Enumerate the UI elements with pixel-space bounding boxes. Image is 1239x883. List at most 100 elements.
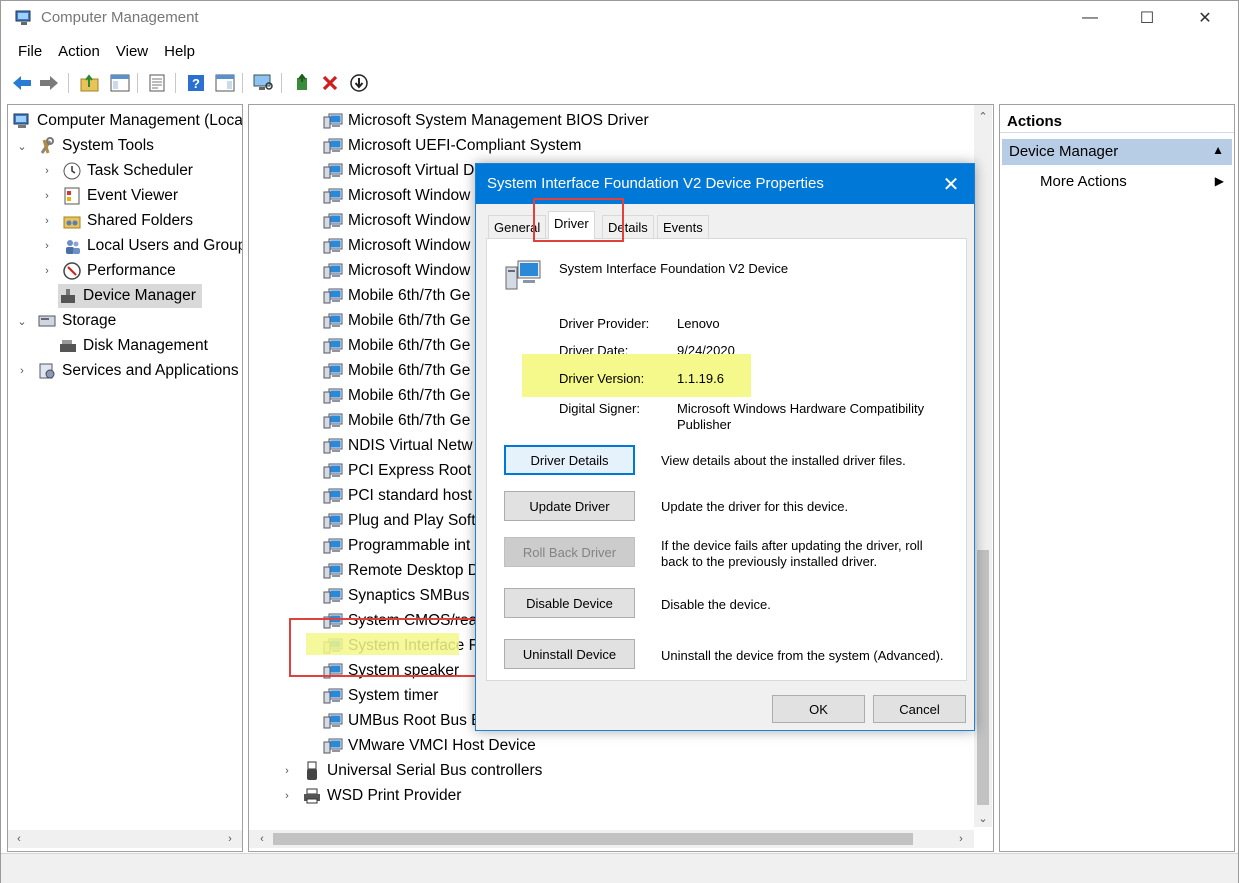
tree-item-device-manager[interactable]: Device Manager <box>58 284 202 308</box>
scan-hardware-button[interactable] <box>252 72 274 94</box>
collapse-chevron-icon[interactable]: ⌄ <box>16 140 28 153</box>
expand-chevron-icon[interactable]: › <box>16 365 28 377</box>
collapse-triangle-icon[interactable]: ▲ <box>1212 143 1224 157</box>
device-item[interactable]: Microsoft Window <box>323 259 470 283</box>
export-list-button[interactable] <box>146 72 168 94</box>
tree-item-computer-management[interactable]: Computer Management (Local) <box>12 109 242 133</box>
device-item[interactable]: Mobile 6th/7th Ge <box>323 384 470 408</box>
disable-device-button[interactable]: Disable Device <box>504 588 635 618</box>
driver-details-button[interactable]: Driver Details <box>504 445 635 475</box>
device-item[interactable]: UMBus Root Bus E <box>323 709 482 733</box>
menu-action[interactable]: Action <box>50 41 108 65</box>
tree-item-task-scheduler[interactable]: › Task Scheduler <box>41 159 193 183</box>
vertical-scroll-thumb[interactable] <box>977 550 989 805</box>
expand-chevron-icon[interactable]: › <box>41 215 53 227</box>
close-button[interactable]: ✕ <box>1177 1 1233 35</box>
category-usb-controllers[interactable]: › Universal Serial Bus controllers <box>281 759 542 783</box>
driver-provider-label: Driver Provider: <box>559 316 650 331</box>
system-device-icon <box>323 587 343 605</box>
scroll-right-arrow-icon[interactable]: › <box>221 830 239 848</box>
back-button[interactable] <box>11 72 33 94</box>
storage-icon <box>37 312 57 330</box>
enable-device-button[interactable] <box>348 72 370 94</box>
device-item[interactable]: VMware VMCI Host Device <box>323 734 536 758</box>
uninstall-device-button[interactable]: Uninstall Device <box>504 639 635 669</box>
device-item[interactable]: Microsoft System Management BIOS Driver <box>323 109 649 133</box>
tree-label: Disk Management <box>83 337 208 354</box>
category-wsd-print-provider[interactable]: › WSD Print Provider <box>281 784 461 808</box>
device-label: NDIS Virtual Netw <box>348 437 473 454</box>
left-horizontal-scrollbar[interactable]: ‹ › <box>8 830 242 848</box>
expand-chevron-icon[interactable]: › <box>41 190 53 202</box>
device-item[interactable]: Mobile 6th/7th Ge <box>323 409 470 433</box>
menu-file[interactable]: File <box>1 41 50 65</box>
scroll-down-arrow-icon[interactable]: ⌄ <box>974 809 992 827</box>
scroll-left-arrow-icon[interactable]: ‹ <box>253 830 271 848</box>
tree-item-local-users[interactable]: › Local Users and Groups <box>41 234 242 258</box>
expand-chevron-icon[interactable]: › <box>41 265 53 277</box>
expand-chevron-icon[interactable]: › <box>41 165 53 177</box>
help-button[interactable]: ? <box>185 72 207 94</box>
tree-item-services-applications[interactable]: › Services and Applications <box>16 359 238 383</box>
device-item[interactable]: Mobile 6th/7th Ge <box>323 309 470 333</box>
horizontal-scroll-thumb[interactable] <box>273 833 913 845</box>
ok-button[interactable]: OK <box>772 695 865 723</box>
forward-button[interactable] <box>38 72 60 94</box>
expand-chevron-icon[interactable]: › <box>281 765 293 777</box>
device-item[interactable]: Microsoft Window <box>323 209 470 233</box>
expand-chevron-icon[interactable]: › <box>41 240 53 252</box>
device-item[interactable]: NDIS Virtual Netw <box>323 434 473 458</box>
dialog-close-button[interactable]: ✕ <box>928 164 974 204</box>
tree-item-storage[interactable]: ⌄ Storage <box>16 309 116 333</box>
device-item[interactable]: Microsoft Window <box>323 234 470 258</box>
device-vertical-scrollbar[interactable]: ⌃ ⌄ <box>974 105 992 827</box>
device-item[interactable]: Plug and Play Soft <box>323 509 476 533</box>
device-item[interactable]: Mobile 6th/7th Ge <box>323 359 470 383</box>
tree-item-performance[interactable]: › Performance <box>41 259 176 283</box>
device-item[interactable]: PCI Express Root C <box>323 459 487 483</box>
device-item[interactable]: System timer <box>323 684 438 708</box>
driver-version-value: 1.1.19.6 <box>677 371 724 386</box>
menu-help[interactable]: Help <box>156 41 203 65</box>
collapse-chevron-icon[interactable]: ⌄ <box>16 315 28 328</box>
device-item[interactable]: Remote Desktop D <box>323 559 479 583</box>
maximize-button[interactable]: ☐ <box>1119 1 1175 35</box>
minimize-button[interactable]: — <box>1062 1 1118 35</box>
roll-back-driver-button[interactable]: Roll Back Driver <box>504 537 635 567</box>
tree-item-event-viewer[interactable]: › Event Viewer <box>41 184 178 208</box>
device-item[interactable]: Programmable int <box>323 534 470 558</box>
scroll-up-arrow-icon[interactable]: ⌃ <box>974 107 992 125</box>
tab-events[interactable]: Events <box>657 215 709 238</box>
cancel-button[interactable]: Cancel <box>873 695 966 723</box>
device-label: Microsoft Window <box>348 187 471 204</box>
scroll-right-arrow-icon[interactable]: › <box>952 830 970 848</box>
update-driver-button[interactable] <box>291 72 313 94</box>
scroll-left-arrow-icon[interactable]: ‹ <box>10 830 28 848</box>
dialog-title: System Interface Foundation V2 Device Pr… <box>487 175 824 192</box>
expand-chevron-icon[interactable]: › <box>281 790 293 802</box>
device-item[interactable]: Mobile 6th/7th Ge <box>323 284 470 308</box>
up-folder-button[interactable] <box>79 72 101 94</box>
tree-item-system-tools[interactable]: ⌄ System Tools <box>16 134 154 158</box>
clock-icon <box>62 162 82 180</box>
tree-item-shared-folders[interactable]: › Shared Folders <box>41 209 193 233</box>
update-driver-button[interactable]: Update Driver <box>504 491 635 521</box>
device-item[interactable]: Mobile 6th/7th Ge <box>323 334 470 358</box>
device-item[interactable]: Microsoft Virtual D <box>323 159 474 183</box>
device-item[interactable]: Microsoft UEFI-Compliant System <box>323 134 581 158</box>
status-bar <box>1 853 1238 883</box>
actions-group-device-manager[interactable]: Device Manager ▲ <box>1002 139 1232 165</box>
uninstall-button[interactable] <box>319 72 341 94</box>
device-horizontal-scrollbar[interactable]: ‹ › <box>249 830 974 848</box>
device-label: Mobile 6th/7th Ge <box>348 337 471 354</box>
menu-view[interactable]: View <box>108 41 156 65</box>
tree-item-disk-management[interactable]: Disk Management <box>58 334 208 358</box>
device-item[interactable]: Synaptics SMBus D <box>323 584 485 608</box>
device-item[interactable]: Microsoft Window <box>323 184 470 208</box>
maximize-icon: ☐ <box>1139 10 1155 27</box>
show-hide-tree-button[interactable] <box>109 72 131 94</box>
actions-pane <box>999 104 1235 852</box>
show-action-pane-button[interactable] <box>214 72 236 94</box>
device-item[interactable]: PCI standard host <box>323 484 472 508</box>
more-actions-item[interactable]: More Actions ▶ <box>1040 173 1230 195</box>
